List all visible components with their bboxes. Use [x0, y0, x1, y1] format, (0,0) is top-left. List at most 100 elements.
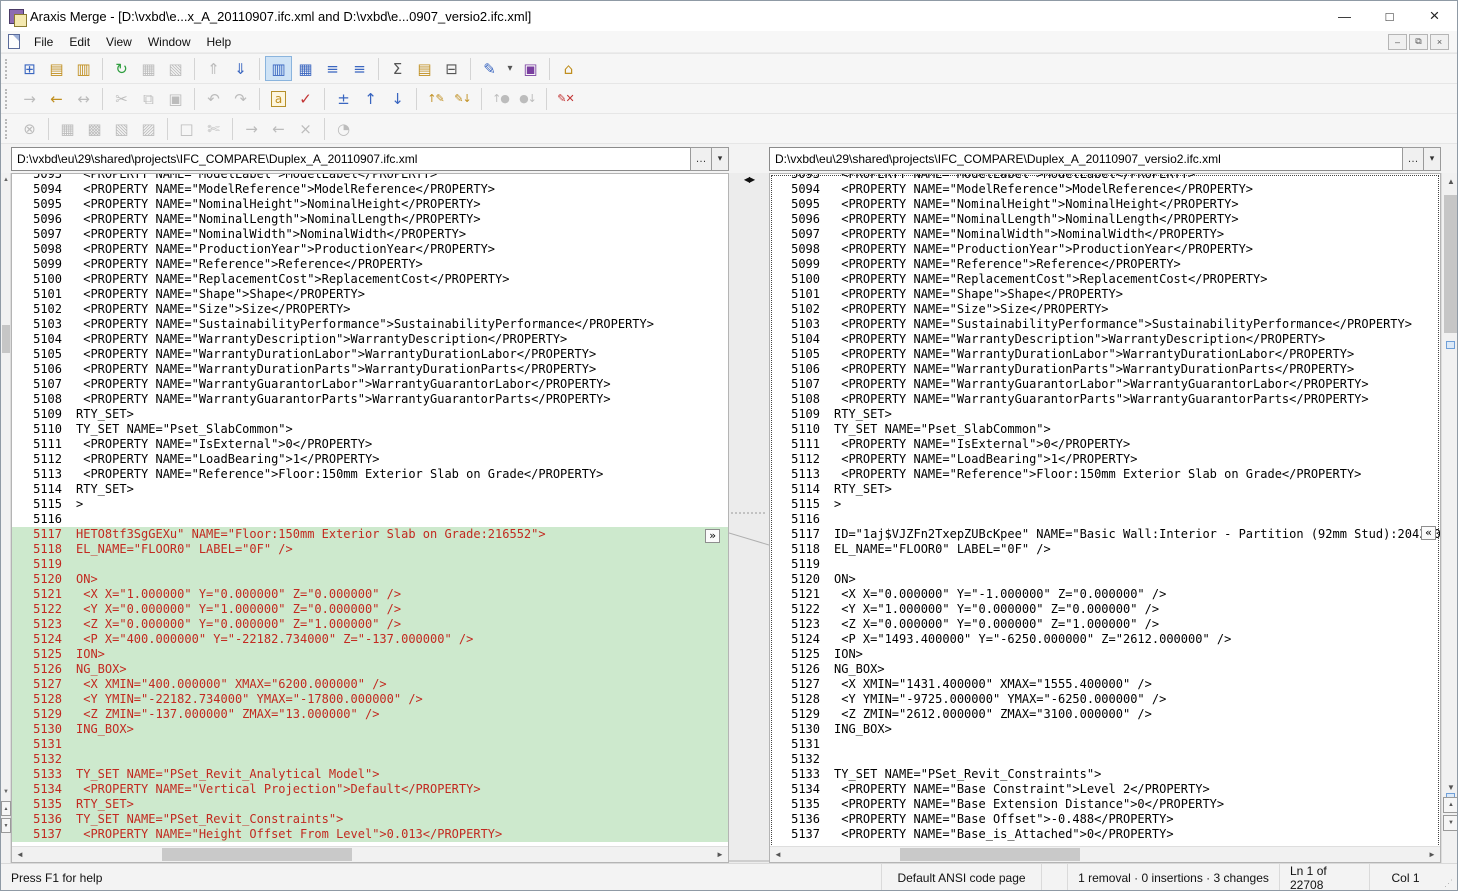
code-line[interactable]: 5123 <Z X="0.000000" Y="0.000000" Z="1.0… — [12, 617, 728, 632]
code-line[interactable]: 5134 <PROPERTY NAME="Base Constraint">Le… — [770, 782, 1440, 797]
code-line[interactable]: 5119 — [770, 557, 1440, 572]
left-browse-button[interactable]: … — [690, 147, 712, 171]
code-line[interactable]: 5122 <Y X="1.000000" Y="0.000000" Z="0.0… — [770, 602, 1440, 617]
first-change-icon[interactable]: ⇑ — [200, 56, 227, 81]
code-line[interactable]: 5096 <PROPERTY NAME="NominalLength">Nomi… — [12, 212, 728, 227]
code-line[interactable]: 5116 — [12, 512, 728, 527]
code-line[interactable]: 5127 <X XMIN="1431.400000" XMAX="1555.40… — [770, 677, 1440, 692]
copy-icon[interactable]: ⧉ — [135, 86, 162, 111]
code-line[interactable]: 5107 <PROPERTY NAME="WarrantyGuarantorLa… — [12, 377, 728, 392]
link-lines-icon[interactable]: ▦ — [54, 116, 81, 141]
code-line[interactable]: 5119 — [12, 557, 728, 572]
right-path-dropdown-icon[interactable]: ▾ — [1424, 147, 1441, 171]
code-line[interactable]: 5093 <PROPERTY NAME="ModelLabel">ModelLa… — [12, 174, 728, 182]
code-line[interactable]: 5098 <PROPERTY NAME="ProductionYear">Pro… — [12, 242, 728, 257]
accept-changes-icon[interactable]: ✓ — [292, 86, 319, 111]
line-overflow-right-icon[interactable]: » — [705, 529, 720, 543]
scroll-down-icon[interactable]: ▼ — [1, 785, 11, 799]
code-line[interactable]: 5118EL_NAME="FLOOR0" LABEL="0F" /> — [770, 542, 1440, 557]
remove-merges-icon[interactable]: ✎✕ — [552, 86, 579, 111]
code-line[interactable]: 5103 <PROPERTY NAME="SustainabilityPerfo… — [12, 317, 728, 332]
code-line[interactable]: 5125ION> — [12, 647, 728, 662]
code-line[interactable]: 5103 <PROPERTY NAME="SustainabilityPerfo… — [770, 317, 1440, 332]
new-comparison-icon[interactable]: ⊞ — [16, 56, 43, 81]
code-line[interactable]: 5113 <PROPERTY NAME="Reference">Floor:15… — [12, 467, 728, 482]
mdi-minimize-button[interactable]: – — [1388, 34, 1407, 50]
code-line[interactable]: 5112 <PROPERTY NAME="LoadBearing">1</PRO… — [770, 452, 1440, 467]
change-numbers-icon[interactable]: ± — [330, 86, 357, 111]
stop-icon[interactable]: ⊗ — [16, 116, 43, 141]
open-comparison-icon[interactable]: ▤ — [43, 56, 70, 81]
save-all-icon[interactable]: ▧ — [162, 56, 189, 81]
code-line[interactable]: 5100 <PROPERTY NAME="ReplacementCost">Re… — [770, 272, 1440, 287]
toolbar-grip-icon[interactable] — [5, 59, 11, 79]
menu-help[interactable]: Help — [199, 33, 240, 51]
code-line[interactable]: 5106 <PROPERTY NAME="WarrantyDurationPar… — [12, 362, 728, 377]
code-line[interactable]: 5111 <PROPERTY NAME="IsExternal">0</PROP… — [12, 437, 728, 452]
code-line[interactable]: 5102 <PROPERTY NAME="Size">Size</PROPERT… — [770, 302, 1440, 317]
code-line[interactable]: 5133TY_SET NAME="PSet_Revit_Constraints"… — [770, 767, 1440, 782]
link-lines-alt-icon[interactable]: ▩ — [81, 116, 108, 141]
copy-file-left-icon[interactable]: ← — [265, 116, 292, 141]
code-line[interactable]: 5128 <Y YMIN="-9725.000000" YMAX="-6250.… — [770, 692, 1440, 707]
code-line[interactable]: 5104 <PROPERTY NAME="WarrantyDescription… — [770, 332, 1440, 347]
code-line[interactable]: 5106 <PROPERTY NAME="WarrantyDurationPar… — [770, 362, 1440, 377]
code-line[interactable]: 5118EL_NAME="FLOOR0" LABEL="0F" /> — [12, 542, 728, 557]
scroll-right-icon[interactable]: ► — [712, 847, 728, 862]
copy-all-right-icon[interactable]: → — [16, 86, 43, 111]
code-line[interactable]: 5126NG_BOX> — [12, 662, 728, 677]
resize-grip-icon[interactable]: ⋰ — [1441, 864, 1457, 891]
scroll-down-icon[interactable]: ▼ — [1442, 779, 1458, 795]
left-path-input[interactable] — [11, 147, 690, 171]
right-horizontal-scrollbar[interactable]: ◄ ► — [770, 846, 1440, 862]
splitter-arrows-icon[interactable]: ◀▶ — [738, 173, 760, 186]
code-line[interactable]: 5117ID="1aj$VJZFn2TxepZUBcKpee" NAME="Ba… — [770, 527, 1440, 542]
undo-icon[interactable]: ↶ — [200, 86, 227, 111]
code-line[interactable]: 5124 <P X="1493.400000" Y="-6250.000000"… — [770, 632, 1440, 647]
code-line[interactable]: 5110TY_SET NAME="Pset_SlabCommon"> — [12, 422, 728, 437]
code-line[interactable]: 5121 <X X="1.000000" Y="0.000000" Z="0.0… — [12, 587, 728, 602]
previous-bookmark-icon[interactable]: ↑● — [487, 86, 514, 111]
copy-file-right-icon[interactable]: → — [238, 116, 265, 141]
right-path-input[interactable] — [769, 147, 1402, 171]
code-line[interactable]: 5135 <PROPERTY NAME="Base Extension Dist… — [770, 797, 1440, 812]
right-file-pane[interactable]: 5093 <PROPERTY NAME="ModelLabel">ModelLa… — [769, 173, 1441, 863]
left-file-pane[interactable]: 5093 <PROPERTY NAME="ModelLabel">ModelLa… — [11, 173, 729, 863]
line-overflow-left-icon[interactable]: « — [1421, 526, 1436, 540]
code-line[interactable]: 5129 <Z ZMIN="2612.000000" ZMAX="3100.00… — [770, 707, 1440, 722]
left-path-dropdown-icon[interactable]: ▾ — [712, 147, 729, 171]
code-line[interactable]: 5112 <PROPERTY NAME="LoadBearing">1</PRO… — [12, 452, 728, 467]
scroll-up-icon[interactable]: ▲ — [1, 173, 11, 187]
left-scrollbar-thumb[interactable] — [2, 325, 10, 353]
report-icon[interactable]: ▤ — [411, 56, 438, 81]
copy-all-left-icon[interactable]: ← — [43, 86, 70, 111]
code-line[interactable]: 5108 <PROPERTY NAME="WarrantyGuarantorPa… — [770, 392, 1440, 407]
open-recent-icon[interactable]: ▥ — [70, 56, 97, 81]
code-line[interactable]: 5123 <Z X="0.000000" Y="0.000000" Z="1.0… — [770, 617, 1440, 632]
code-line[interactable]: 5117HETO8tf3SgGEXu" NAME="Floor:150mm Ex… — [12, 527, 728, 542]
code-line[interactable]: 5104 <PROPERTY NAME="WarrantyDescription… — [12, 332, 728, 347]
code-line[interactable]: 5115> — [770, 497, 1440, 512]
code-line[interactable]: 5125ION> — [770, 647, 1440, 662]
refresh-icon[interactable]: ↻ — [108, 56, 135, 81]
code-line[interactable]: 5128 <Y YMIN="-22182.734000" YMAX="-1780… — [12, 692, 728, 707]
code-line[interactable]: 5136 <PROPERTY NAME="Base Offset">-0.488… — [770, 812, 1440, 827]
save-icon[interactable]: ▦ — [135, 56, 162, 81]
versions-icon[interactable]: ◔ — [330, 116, 357, 141]
code-line[interactable]: 5094 <PROPERTY NAME="ModelReference">Mod… — [12, 182, 728, 197]
code-line[interactable]: 5102 <PROPERTY NAME="Size">Size</PROPERT… — [12, 302, 728, 317]
code-line[interactable]: 5120ON> — [12, 572, 728, 587]
toolbar-grip-icon[interactable] — [5, 89, 11, 109]
edit-document-icon[interactable]: ✄ — [200, 116, 227, 141]
code-line[interactable]: 5105 <PROPERTY NAME="WarrantyDurationLab… — [770, 347, 1440, 362]
code-line[interactable]: 5130ING_BOX> — [12, 722, 728, 737]
right-scrollbar[interactable]: ▲ ▼ ▲ ▼ — [1441, 173, 1458, 863]
code-line[interactable]: 5107 <PROPERTY NAME="WarrantyGuarantorLa… — [770, 377, 1440, 392]
redo-icon[interactable]: ↷ — [227, 86, 254, 111]
cut-icon[interactable]: ✂ — [108, 86, 135, 111]
code-line[interactable]: 5122 <Y X="0.000000" Y="1.000000" Z="0.0… — [12, 602, 728, 617]
right-browse-button[interactable]: … — [1402, 147, 1424, 171]
next-bookmark-icon[interactable]: ●↓ — [514, 86, 541, 111]
code-line[interactable]: 5134 <PROPERTY NAME="Vertical Projection… — [12, 782, 728, 797]
scroll-left-icon[interactable]: ◄ — [12, 847, 28, 862]
